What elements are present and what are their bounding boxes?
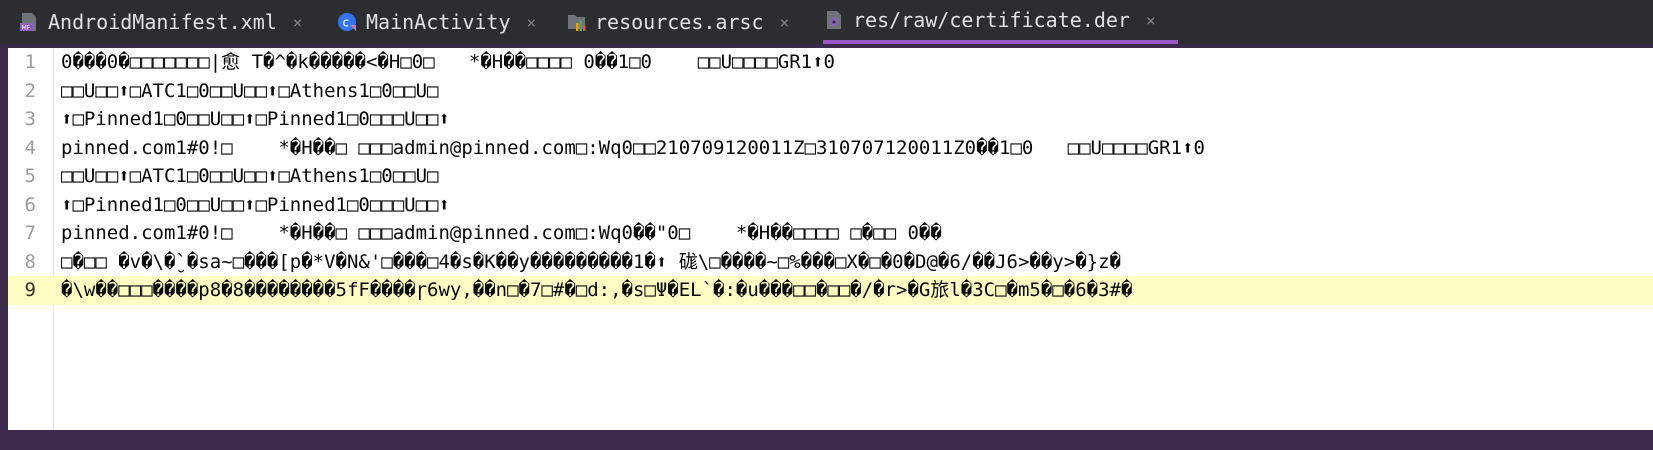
editor-line[interactable]: 8 □�□□ �v�\�̮`�sa~□���[p�*V�N&'□���□4�s�K…	[8, 248, 1653, 277]
editor-line[interactable]: 4 pinned.com1#0!□ *�H��□ □□□admin@pinned.…	[8, 134, 1653, 163]
editor-line[interactable]: 5 □□U□□⬆□ATC1□0□□U□□⬆□Athens1□0□□U□	[8, 162, 1653, 191]
line-text[interactable]: pinned.com1#0!□ *�H��□ □□□admin@pinned.c…	[61, 134, 1205, 163]
line-number: 6	[24, 193, 36, 216]
tab-label: resources.arsc	[595, 10, 764, 34]
svg-text:MF: MF	[22, 25, 31, 32]
editor-line[interactable]: 9 �\w��□□□����p8�8��������5fF����ɼ6wy,��n…	[8, 276, 1653, 305]
line-text[interactable]: □�□□ �v�\�̮`�sa~□���[p�*V�N&'□���□4�s�K�…	[61, 248, 1121, 277]
line-text[interactable]: □□U□□⬆□ATC1□0□□U□□⬆□Athens1□0□□U□	[61, 77, 439, 106]
editor-line[interactable]: 2 □□U□□⬆□ATC1□0□□U□□⬆□Athens1□0□□U□	[8, 77, 1653, 106]
line-number: 8	[24, 250, 36, 273]
line-number: 2	[24, 79, 36, 102]
kotlin-class-icon: c	[336, 11, 358, 33]
editor-tab-bar: MF AndroidManifest.xml × c MainActivity …	[0, 0, 1653, 44]
binary-file-icon	[823, 9, 845, 31]
tab-certificate-der[interactable]: res/raw/certificate.der ×	[823, 0, 1178, 44]
tab-label: MainActivity	[366, 10, 511, 34]
close-icon[interactable]: ×	[780, 13, 790, 32]
code-editor[interactable]: 1 0���0�□□□□□□□|愈 T�^�k�����<�H□0□ *�H��□…	[8, 48, 1653, 450]
tab-main-activity[interactable]: c MainActivity ×	[336, 0, 536, 44]
editor-line[interactable]: 1 0���0�□□□□□□□|愈 T�^�k�����<�H□0□ *�H��□…	[8, 48, 1653, 77]
tab-label: res/raw/certificate.der	[853, 8, 1130, 32]
tab-resources-arsc[interactable]: resources.arsc ×	[565, 0, 789, 44]
line-text[interactable]: �\w��□□□����p8�8��������5fF����ɼ6wy,��n□…	[61, 276, 1132, 305]
horizontal-scrollbar[interactable]	[8, 430, 1653, 450]
line-text[interactable]: 0���0�□□□□□□□|愈 T�^�k�����<�H□0□ *�H��□□…	[61, 48, 835, 77]
line-text[interactable]: ⬆□Pinned1□0□□U□□⬆□Pinned1□0□□□U□□⬆	[61, 105, 450, 134]
tab-android-manifest[interactable]: MF AndroidManifest.xml ×	[18, 0, 302, 44]
line-number: 4	[24, 136, 36, 159]
close-icon[interactable]: ×	[1146, 11, 1156, 30]
line-number: 7	[24, 222, 36, 244]
line-text[interactable]: ⬆□Pinned1□0□□U□□⬆□Pinned1□0□□□U□□⬆	[61, 191, 450, 220]
line-number: 5	[24, 165, 36, 187]
close-icon[interactable]: ×	[527, 13, 537, 32]
editor-line[interactable]: 6 ⬆□Pinned1□0□□U□□⬆□Pinned1□0□□□U□□⬆	[8, 191, 1653, 220]
editor-line[interactable]: 3 ⬆□Pinned1□0□□U□□⬆□Pinned1□0□□□U□□⬆	[8, 105, 1653, 134]
svg-text:c: c	[343, 16, 350, 30]
line-number: 9	[24, 279, 36, 301]
editor-line[interactable]: 7 pinned.com1#0!□ *�H��□ □□□admin@pinned.…	[8, 219, 1653, 248]
close-icon[interactable]: ×	[293, 13, 303, 32]
resources-file-icon	[565, 11, 587, 33]
line-number: 3	[24, 108, 36, 130]
line-text[interactable]: pinned.com1#0!□ *�H��□ □□□admin@pinned.c…	[61, 219, 942, 248]
line-text[interactable]: □□U□□⬆□ATC1□0□□U□□⬆□Athens1□0□□U□	[61, 162, 439, 191]
tab-label: AndroidManifest.xml	[48, 10, 277, 34]
line-number: 1	[24, 51, 36, 73]
manifest-file-icon: MF	[18, 11, 40, 33]
